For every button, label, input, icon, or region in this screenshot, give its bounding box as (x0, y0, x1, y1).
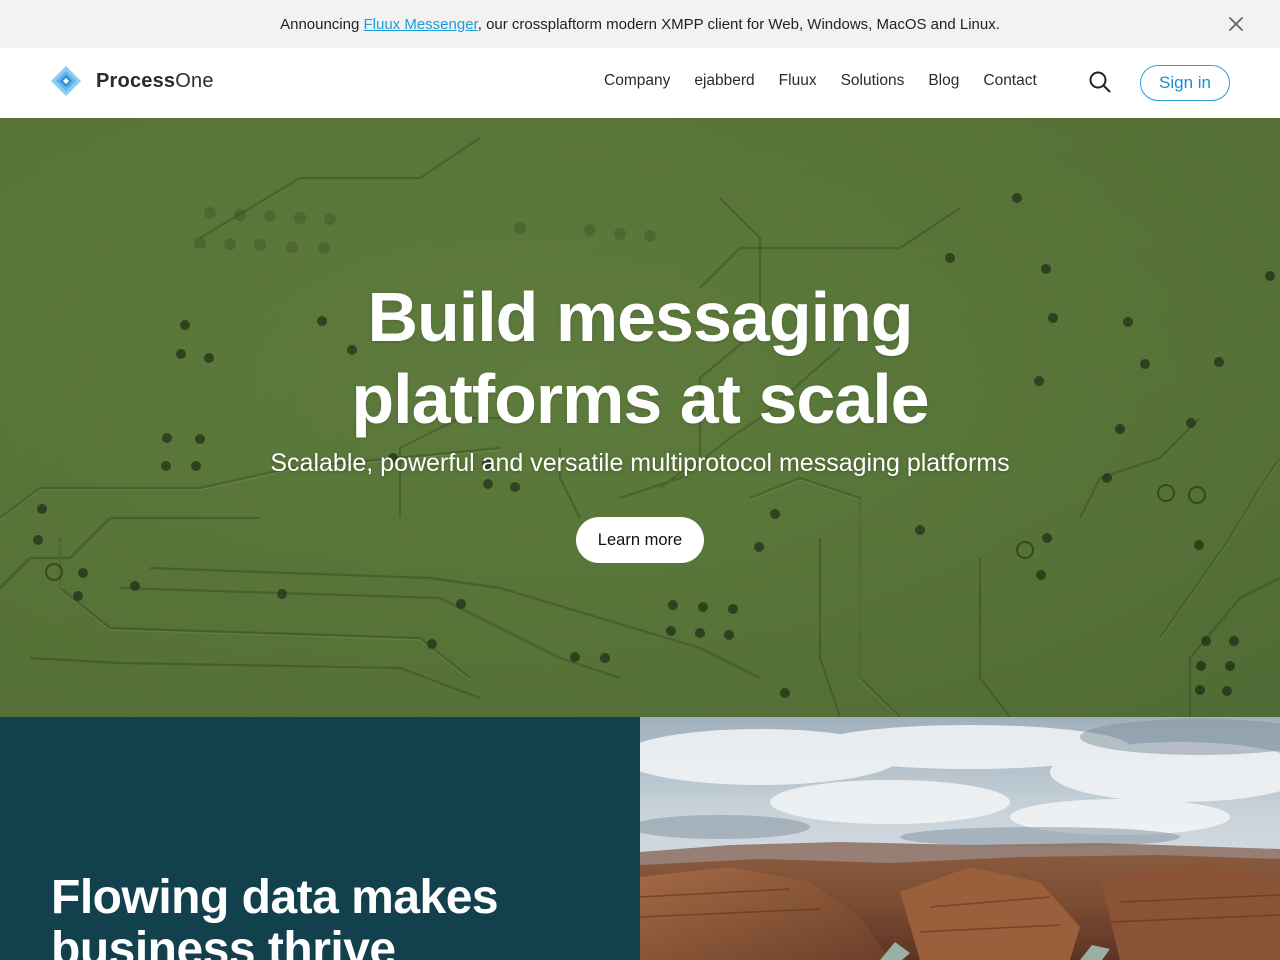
nav-item-ejabberd[interactable]: ejabberd (694, 72, 754, 90)
search-icon[interactable] (1088, 70, 1112, 94)
hero-subtitle: Scalable, powerful and versatile multipr… (270, 449, 1010, 477)
flowing-data-panel: Flowing data makes business thrive (0, 717, 640, 960)
logo-text-strong: Process (96, 69, 176, 92)
logo[interactable]: ProcessOne (50, 65, 214, 97)
processone-logo-icon (51, 66, 81, 96)
hero-title-line-2: platforms at scale (351, 360, 929, 438)
announcement-bar: Announcing Fluux Messenger, our crosspla… (0, 0, 1280, 48)
nav-item-fluux[interactable]: Fluux (779, 72, 817, 90)
logo-text: ProcessOne (96, 70, 214, 93)
close-icon[interactable] (1226, 14, 1246, 34)
learn-more-button[interactable]: Learn more (576, 517, 704, 563)
canyon-landscape-image (640, 717, 1280, 960)
section-title-line-2: business thrive (51, 923, 396, 960)
sign-in-button[interactable]: Sign in (1140, 65, 1230, 101)
announcement-suffix: , our crossplaftorm modern XMPP client f… (477, 15, 1000, 33)
logo-text-light: One (175, 69, 214, 92)
site-header: ProcessOne Company ejabberd Fluux Soluti… (0, 48, 1280, 118)
nav-item-solutions[interactable]: Solutions (841, 72, 905, 90)
section-title: Flowing data makes business thrive (51, 872, 611, 960)
nav-item-blog[interactable]: Blog (928, 72, 959, 90)
announcement-prefix: Announcing (280, 15, 364, 33)
main-nav: Company ejabberd Fluux Solutions Blog Co… (604, 72, 1037, 90)
announcement-text: Announcing Fluux Messenger, our crosspla… (280, 16, 1000, 33)
section-title-line-1: Flowing data makes (51, 871, 499, 924)
hero-title: Build messaging platforms at scale (0, 276, 1280, 440)
nav-item-company[interactable]: Company (604, 72, 670, 90)
hero-title-line-1: Build messaging (367, 278, 913, 356)
nav-item-contact[interactable]: Contact (983, 72, 1036, 90)
announcement-link[interactable]: Fluux Messenger (364, 16, 478, 33)
hero-section: Build messaging platforms at scale Scala… (0, 118, 1280, 717)
